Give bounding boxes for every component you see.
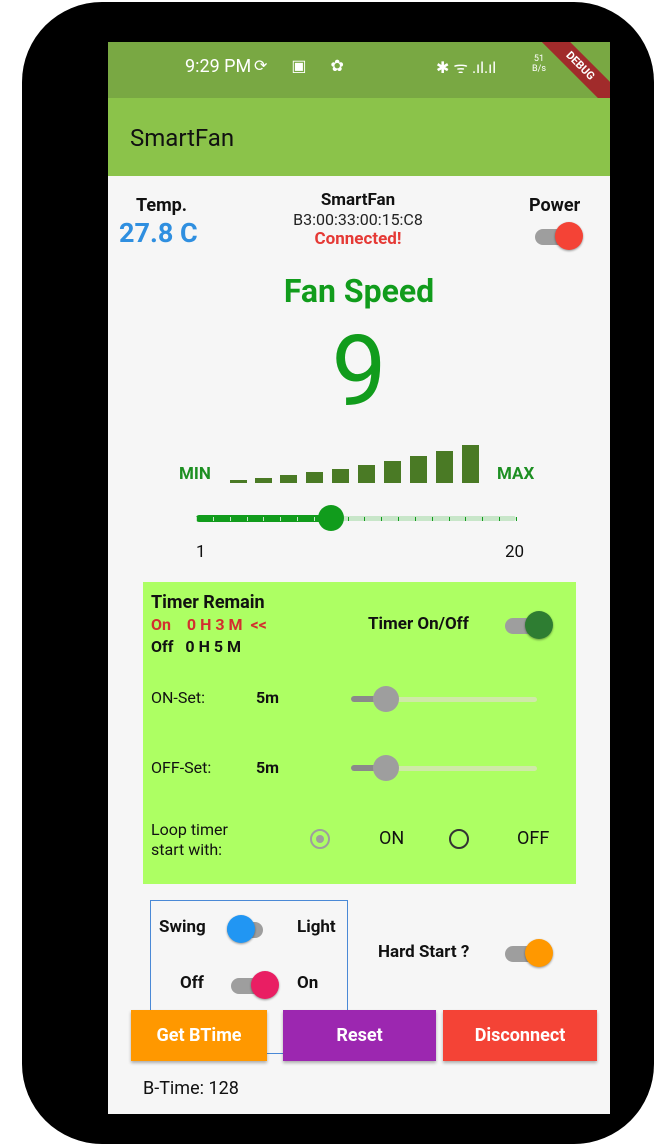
device-info: SmartFan B3:00:33:00:15:C8 Connected!	[258, 190, 458, 249]
onset-value: 5m	[256, 688, 280, 707]
loop-on-label: ON	[379, 828, 405, 849]
slider-max-value: 20	[505, 542, 525, 562]
power-toggle-thumb	[555, 222, 583, 250]
speed-bar-8	[410, 456, 427, 483]
timer-on-remaining: On 0 H 3 M <<	[151, 615, 267, 634]
hard-start-label: Hard Start ?	[378, 942, 470, 962]
fan-slider-tick	[246, 517, 248, 521]
hard-start-toggle-thumb	[525, 939, 553, 967]
fan-slider-tick	[347, 517, 349, 521]
on-label: On	[297, 973, 319, 993]
fan-slider-tick	[196, 517, 197, 521]
fan-slider-tick	[499, 517, 501, 521]
fan-slider-tick	[364, 517, 366, 521]
light-label: Light	[297, 917, 336, 937]
notification-icons: ⟳ ▣ ✿	[254, 56, 354, 75]
speed-bar-6	[358, 465, 375, 483]
reset-button[interactable]: Reset	[283, 1010, 436, 1061]
fan-slider-tick	[398, 517, 400, 521]
speed-bar-9	[436, 451, 453, 483]
fan-slider-tick	[297, 517, 299, 521]
min-label: MIN	[179, 464, 211, 484]
loop-off-label: OFF	[517, 828, 550, 849]
speed-bar-10	[462, 445, 479, 483]
power-toggle[interactable]	[535, 222, 583, 250]
status-time: 9:29 PM	[185, 56, 252, 77]
fan-slider-tick	[229, 517, 231, 521]
app-title: SmartFan	[130, 124, 235, 152]
timer-panel: Timer Remain On 0 H 3 M << Off 0 H 5 M T…	[143, 582, 576, 884]
fan-slider-thumb[interactable]	[317, 505, 344, 531]
off-label: Off	[180, 973, 204, 993]
fan-slider-tick	[381, 517, 383, 521]
fan-slider-tick	[212, 517, 214, 521]
fan-slider-tick	[431, 517, 433, 521]
connection-status: Connected!	[314, 229, 402, 249]
fan-slider-tick	[313, 517, 315, 521]
fan-slider-tick	[263, 517, 265, 521]
fan-slider-tick	[516, 517, 517, 521]
fan-speed-slider[interactable]	[196, 504, 520, 534]
swing-toggle-thumb	[227, 915, 255, 943]
temp-label: Temp.	[136, 195, 188, 216]
temp-value: 27.8 C	[119, 217, 198, 249]
fan-slider-ticks	[196, 517, 517, 521]
loop-off-radio[interactable]	[449, 829, 469, 849]
loop-on-radio-dot	[316, 835, 324, 843]
app-bar: SmartFan	[108, 98, 610, 176]
timer-toggle[interactable]	[505, 611, 553, 639]
speed-level-bars	[230, 445, 479, 483]
fan-slider-tick	[280, 517, 282, 521]
fan-slider-tick	[414, 517, 416, 521]
offset-slider[interactable]	[351, 755, 537, 781]
loop-timer-label: Loop timer start with:	[151, 820, 228, 859]
disconnect-button[interactable]: Disconnect	[443, 1010, 597, 1061]
offset-value: 5m	[256, 758, 280, 777]
device-name: SmartFan	[320, 190, 396, 210]
onset-label: ON-Set:	[151, 688, 205, 707]
speed-bar-1	[230, 480, 247, 483]
swing-label: Swing	[159, 917, 206, 937]
timer-remain-label: Timer Remain	[151, 592, 265, 613]
speed-bar-4	[306, 472, 323, 483]
speed-bar-5	[332, 469, 349, 483]
phone-frame: 9:29 PM ⟳ ▣ ✿ ✱ ᯤ .ıl.ıl 51 B/s DEBUG Sm…	[22, 2, 654, 1144]
offset-label: OFF-Set:	[151, 758, 212, 777]
timer-toggle-label: Timer On/Off	[368, 614, 469, 634]
signal-icons: ✱ ᯤ .ıl.ıl	[436, 58, 497, 77]
btime-readout: B-Time: 128	[143, 1078, 239, 1099]
off-on-toggle[interactable]	[231, 971, 279, 999]
onset-slider[interactable]	[351, 686, 537, 712]
speed-bar-2	[255, 478, 272, 483]
status-bar: 9:29 PM ⟳ ▣ ✿ ✱ ᯤ .ıl.ıl 51 B/s DEBUG	[108, 42, 610, 116]
offset-slider-thumb[interactable]	[373, 755, 399, 781]
fan-slider-tick	[482, 517, 484, 521]
device-mac: B3:00:33:00:15:C8	[293, 210, 423, 229]
timer-off-remaining: Off 0 H 5 M	[151, 637, 242, 656]
speed-bar-3	[280, 475, 297, 483]
swing-light-toggle[interactable]	[227, 915, 275, 943]
speed-bar-7	[384, 461, 401, 483]
loop-on-radio[interactable]	[310, 829, 330, 849]
fan-speed-value: 9	[331, 314, 387, 429]
slider-min-value: 1	[196, 542, 206, 562]
timer-toggle-thumb	[525, 611, 553, 639]
app-screen: 9:29 PM ⟳ ▣ ✿ ✱ ᯤ .ıl.ıl 51 B/s DEBUG Sm…	[108, 42, 610, 1114]
net-speed: 51 B/s	[532, 54, 546, 74]
fan-speed-title: Fan Speed	[283, 272, 435, 310]
max-label: MAX	[497, 464, 535, 484]
get-btime-button[interactable]: Get BTime	[131, 1010, 267, 1061]
hard-start-toggle[interactable]	[505, 939, 553, 967]
off-on-toggle-thumb	[251, 971, 279, 999]
power-label: Power	[529, 195, 581, 216]
fan-slider-tick	[465, 517, 467, 521]
onset-slider-thumb[interactable]	[373, 686, 399, 712]
fan-slider-tick	[448, 517, 450, 521]
